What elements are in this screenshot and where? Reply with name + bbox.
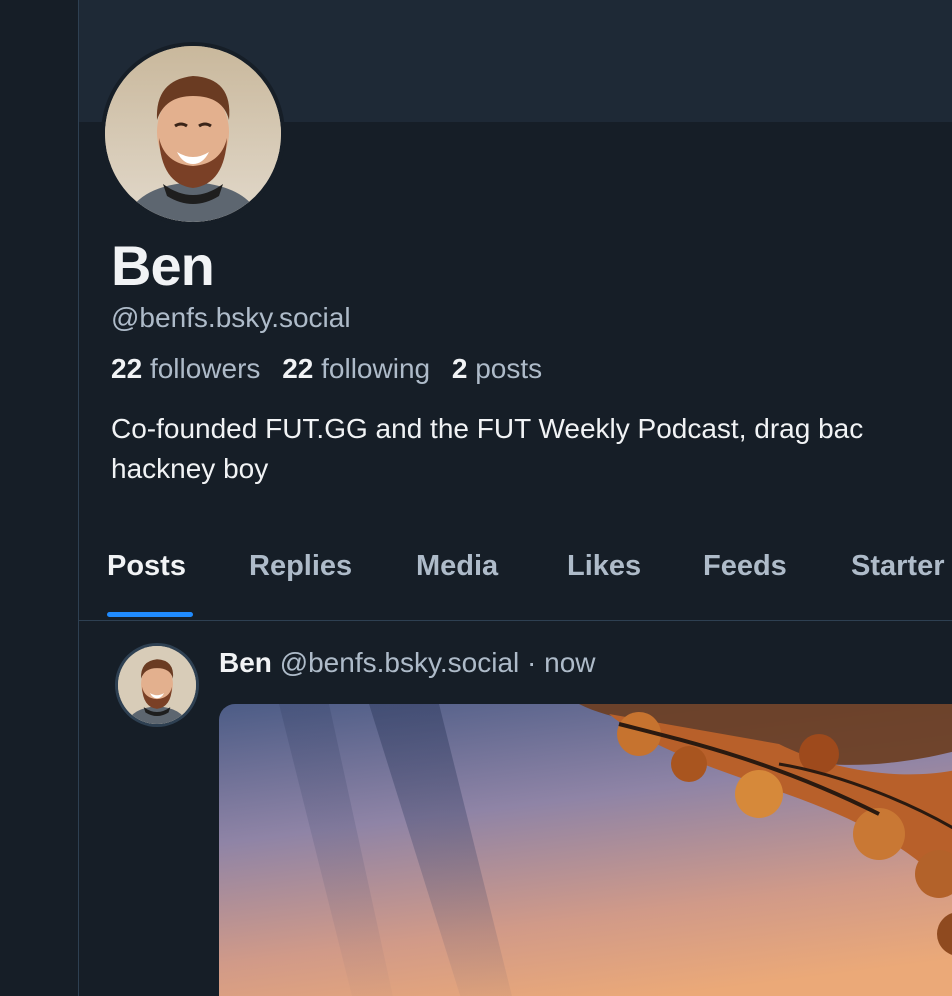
profile-display-name: Ben (111, 234, 215, 297)
tab-media[interactable]: Media (416, 550, 498, 583)
posts-stat: 2 posts (452, 353, 542, 384)
post-author-avatar[interactable] (115, 643, 199, 727)
profile-avatar[interactable] (101, 42, 285, 226)
followers-label: followers (149, 353, 261, 384)
profile-handle[interactable]: @benfs.bsky.social (111, 300, 351, 336)
post-timestamp[interactable]: now (544, 647, 595, 678)
tab-likes[interactable]: Likes (567, 550, 641, 583)
posts-label: posts (475, 353, 543, 384)
tab-posts[interactable]: Posts (107, 550, 186, 583)
profile-tabs: Posts Replies Media Likes Feeds Starter (79, 538, 952, 621)
profile-main: Ben @benfs.bsky.social 22 followers 22 f… (79, 0, 952, 996)
following-count: 22 (282, 353, 314, 384)
post-author-name[interactable]: Ben (219, 647, 272, 678)
post-header: Ben @benfs.bsky.social · now (219, 645, 596, 681)
profile-bio: Co-founded FUT.GG and the FUT Weekly Pod… (111, 413, 864, 484)
active-tab-indicator (107, 612, 193, 617)
posts-count: 2 (451, 353, 468, 384)
post-item[interactable]: Ben @benfs.bsky.social · now (79, 621, 952, 996)
avatar-photo (118, 646, 196, 724)
post-meta-separator: · (527, 647, 537, 678)
profile-stats: 22 followers 22 following 2 posts (111, 351, 542, 387)
tab-replies[interactable]: Replies (249, 550, 352, 583)
tab-feeds[interactable]: Feeds (703, 550, 787, 583)
followers-stat[interactable]: 22 followers (111, 353, 260, 384)
left-gutter (0, 0, 79, 996)
following-stat[interactable]: 22 following (282, 353, 430, 384)
post-image[interactable] (219, 704, 952, 996)
sunset-photo-icon (219, 704, 952, 996)
avatar-photo (105, 46, 281, 222)
following-label: following (321, 353, 431, 384)
tab-starter-packs[interactable]: Starter (851, 550, 945, 583)
post-author-handle[interactable]: @benfs.bsky.social (280, 647, 520, 678)
followers-count: 22 (111, 353, 143, 384)
